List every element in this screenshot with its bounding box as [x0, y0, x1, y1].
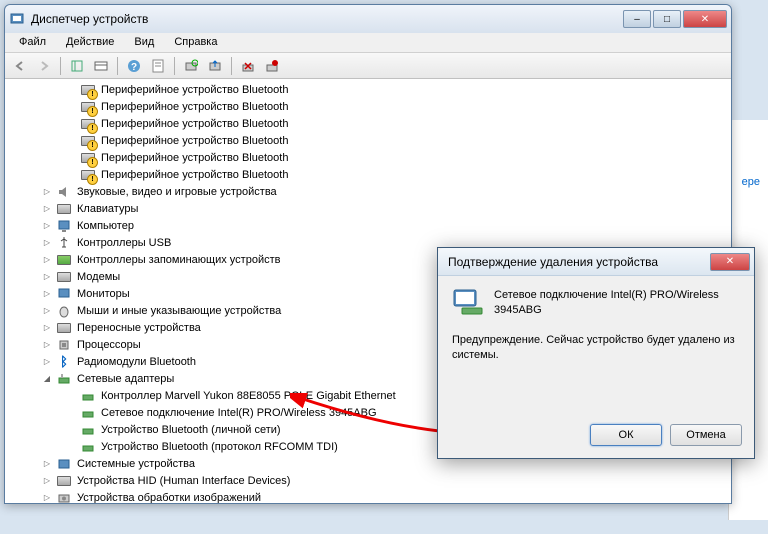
window-title: Диспетчер устройств: [31, 12, 623, 26]
network-icon: [56, 371, 72, 387]
show-console-tree-button[interactable]: [66, 55, 88, 77]
device-icon: [80, 99, 96, 115]
expand-icon[interactable]: ▷: [41, 305, 53, 317]
bluetooth-icon: ᛒ: [56, 354, 72, 370]
collapse-icon[interactable]: ◢: [41, 373, 53, 385]
hid-icon: [56, 473, 72, 489]
network-adapter-icon: [80, 388, 96, 404]
update-driver-button[interactable]: [204, 55, 226, 77]
toolbar: ?: [5, 53, 731, 79]
device-icon: [80, 150, 96, 166]
network-adapter-icon: [80, 439, 96, 455]
minimize-button[interactable]: –: [623, 10, 651, 28]
device-icon: [80, 167, 96, 183]
usb-icon: [56, 235, 72, 251]
expand-icon[interactable]: ▷: [41, 220, 53, 232]
expand-icon[interactable]: ▷: [41, 492, 53, 504]
monitor-icon: [56, 286, 72, 302]
cpu-icon: [56, 337, 72, 353]
expand-icon[interactable]: ▷: [41, 458, 53, 470]
tree-item-bt-peripheral[interactable]: Периферийное устройство Bluetooth: [5, 81, 731, 98]
menu-help[interactable]: Справка: [164, 33, 227, 52]
tree-item-bt-peripheral[interactable]: Периферийное устройство Bluetooth: [5, 98, 731, 115]
network-adapter-icon: [80, 422, 96, 438]
computer-icon: [56, 218, 72, 234]
help-button[interactable]: ?: [123, 55, 145, 77]
menubar: Файл Действие Вид Справка: [5, 33, 731, 53]
uninstall-button[interactable]: [237, 55, 259, 77]
dialog-warning-text: Предупреждение. Сейчас устройство будет …: [452, 333, 740, 364]
tree-item-bt-peripheral[interactable]: Периферийное устройство Bluetooth: [5, 166, 731, 183]
device-icon: [80, 133, 96, 149]
mouse-icon: [56, 303, 72, 319]
expand-icon[interactable]: ▷: [41, 288, 53, 300]
menu-file[interactable]: Файл: [9, 33, 56, 52]
background-window-text: ере: [742, 176, 760, 188]
device-icon: [80, 82, 96, 98]
portable-icon: [56, 320, 72, 336]
storage-icon: [56, 252, 72, 268]
expand-icon[interactable]: ▷: [41, 322, 53, 334]
tree-item-imaging[interactable]: ▷Устройства обработки изображений: [5, 489, 731, 503]
expand-icon[interactable]: ▷: [41, 356, 53, 368]
camera-icon: [56, 490, 72, 504]
app-icon: [9, 11, 25, 27]
system-icon: [56, 456, 72, 472]
expand-icon[interactable]: ▷: [41, 254, 53, 266]
dialog-titlebar[interactable]: Подтверждение удаления устройства ✕: [438, 248, 754, 276]
expand-icon[interactable]: ▷: [41, 271, 53, 283]
keyboard-icon: [56, 201, 72, 217]
modem-icon: [56, 269, 72, 285]
view-button[interactable]: [90, 55, 112, 77]
svg-text:?: ?: [131, 62, 137, 73]
dialog-device-icon: [452, 288, 484, 316]
network-adapter-icon: [80, 405, 96, 421]
sound-icon: [56, 184, 72, 200]
tree-item-keyboard[interactable]: ▷Клавиатуры: [5, 200, 731, 217]
dialog-device-name: Сетевое подключение Intel(R) PRO/Wireles…: [494, 288, 740, 319]
expand-icon[interactable]: ▷: [41, 203, 53, 215]
tree-item-bt-peripheral[interactable]: Периферийное устройство Bluetooth: [5, 115, 731, 132]
tree-item-sound[interactable]: ▷Звуковые, видео и игровые устройства: [5, 183, 731, 200]
enable-button[interactable]: [261, 55, 283, 77]
expand-icon[interactable]: ▷: [41, 339, 53, 351]
confirm-dialog: Подтверждение удаления устройства ✕ Сете…: [437, 247, 755, 459]
maximize-button[interactable]: □: [653, 10, 681, 28]
tree-item-computer[interactable]: ▷Компьютер: [5, 217, 731, 234]
expand-icon[interactable]: ▷: [41, 475, 53, 487]
titlebar[interactable]: Диспетчер устройств – □ ✕: [5, 5, 731, 33]
menu-view[interactable]: Вид: [124, 33, 164, 52]
menu-action[interactable]: Действие: [56, 33, 124, 52]
tree-item-hid[interactable]: ▷Устройства HID (Human Interface Devices…: [5, 472, 731, 489]
device-icon: [80, 116, 96, 132]
forward-button[interactable]: [33, 55, 55, 77]
dialog-close-button[interactable]: ✕: [710, 253, 750, 271]
cancel-button[interactable]: Отмена: [670, 424, 742, 446]
properties-button[interactable]: [147, 55, 169, 77]
back-button[interactable]: [9, 55, 31, 77]
close-button[interactable]: ✕: [683, 10, 727, 28]
ok-button[interactable]: ОК: [590, 424, 662, 446]
dialog-title: Подтверждение удаления устройства: [442, 255, 710, 269]
tree-item-bt-peripheral[interactable]: Периферийное устройство Bluetooth: [5, 149, 731, 166]
scan-button[interactable]: [180, 55, 202, 77]
tree-item-bt-peripheral[interactable]: Периферийное устройство Bluetooth: [5, 132, 731, 149]
expand-icon[interactable]: ▷: [41, 186, 53, 198]
expand-icon[interactable]: ▷: [41, 237, 53, 249]
